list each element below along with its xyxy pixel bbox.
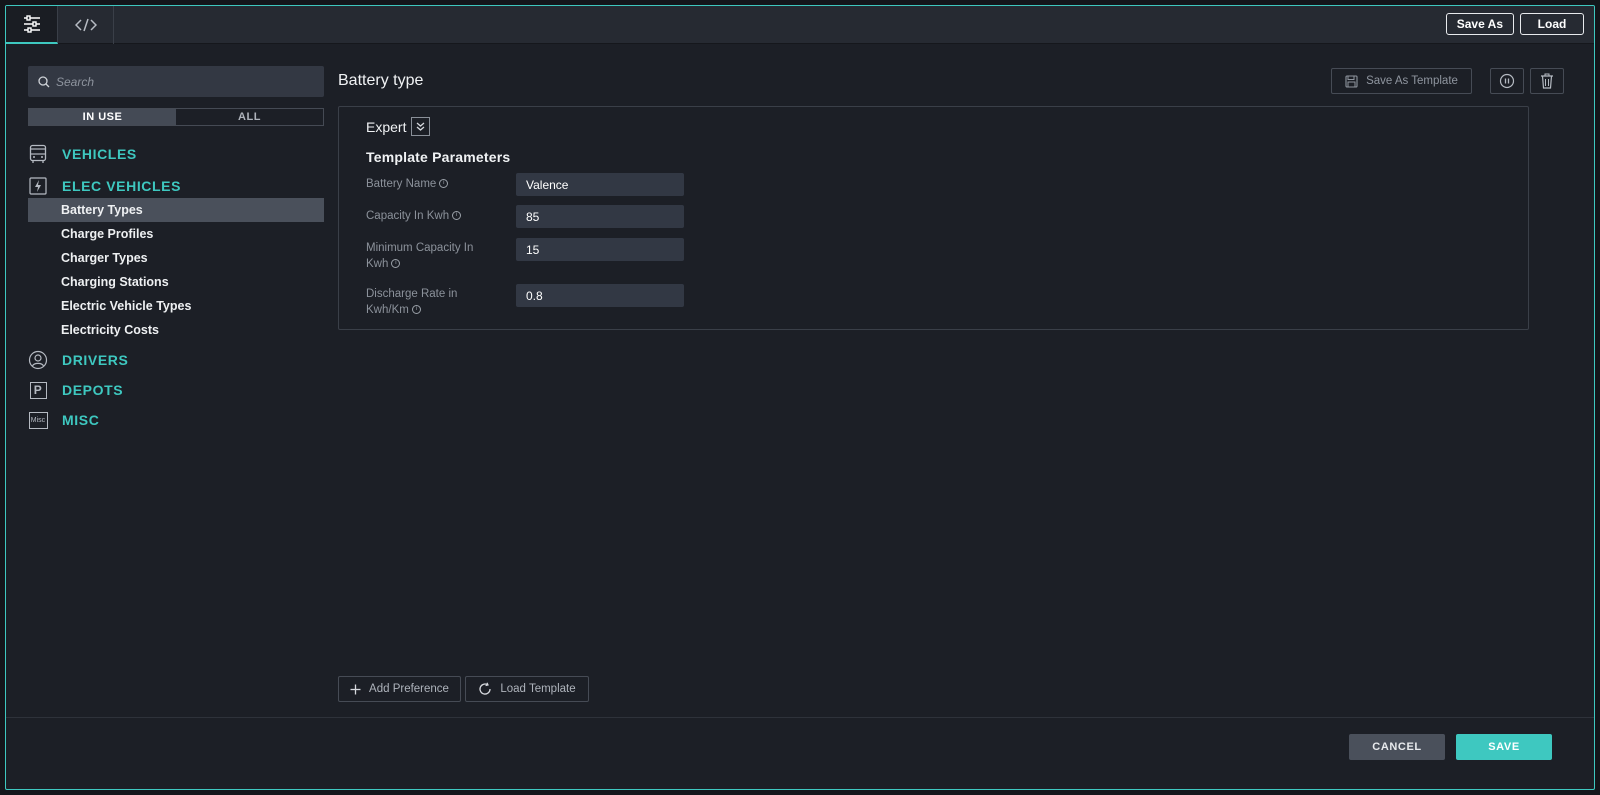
settings-window: Save As Load IN USE ALL — [5, 5, 1595, 790]
lightning-icon — [28, 176, 48, 196]
code-icon — [74, 18, 97, 32]
misc-icon: Misc — [28, 410, 48, 430]
sidebar-item-battery-types[interactable]: Battery Types — [28, 198, 324, 222]
parameters-panel: Expert Template Parameters Battery Name i… — [338, 106, 1529, 330]
template-parameters-title: Template Parameters — [366, 149, 511, 165]
min-capacity-field[interactable] — [516, 238, 684, 261]
pause-button[interactable] — [1490, 68, 1524, 94]
category-label: DEPOTS — [62, 382, 124, 398]
sidebar: IN USE ALL VEHICLES — [28, 66, 324, 432]
save-as-button[interactable]: Save As — [1445, 13, 1514, 35]
param-label: Capacity In Kwh i — [366, 208, 506, 224]
category-vehicles[interactable]: VEHICLES — [28, 142, 324, 166]
parking-icon: P — [28, 380, 48, 400]
filter-in-use[interactable]: IN USE — [29, 109, 176, 125]
footer: CANCEL SAVE — [6, 717, 1594, 789]
plus-icon — [350, 684, 361, 694]
reload-icon — [479, 682, 492, 695]
category-label: MISC — [62, 412, 100, 428]
top-bar: Save As Load — [6, 6, 1594, 44]
save-as-template-button[interactable]: Save As Template — [1331, 68, 1472, 94]
chevron-double-down-icon[interactable] — [411, 117, 431, 136]
sliders-icon — [23, 15, 40, 33]
sidebar-item-charge-profiles[interactable]: Charge Profiles — [28, 222, 324, 246]
search-input[interactable] — [56, 74, 296, 89]
trash-icon — [1541, 73, 1553, 89]
pause-circle-icon — [1499, 73, 1515, 89]
discharge-rate-field[interactable] — [516, 284, 684, 307]
load-button[interactable]: Load — [1520, 13, 1584, 35]
search-box[interactable] — [28, 66, 324, 97]
category-drivers[interactable]: DRIVERS — [28, 348, 324, 372]
page-title: Battery type — [338, 72, 424, 89]
tab-code[interactable] — [58, 6, 114, 44]
floppy-icon — [1345, 74, 1358, 88]
param-label: Minimum Capacity In Kwh i — [366, 242, 474, 270]
battery-name-field[interactable] — [516, 173, 684, 196]
info-icon[interactable]: i — [391, 259, 401, 269]
expert-label: Expert — [366, 118, 407, 135]
sidebar-item-electricity-costs[interactable]: Electricity Costs — [28, 318, 324, 342]
param-label: Battery Name i — [366, 176, 506, 192]
category-elec-vehicles[interactable]: ELEC VEHICLES — [28, 174, 324, 198]
sidebar-item-charger-types[interactable]: Charger Types — [28, 246, 324, 270]
delete-button[interactable] — [1530, 68, 1564, 94]
category-misc[interactable]: Misc MISC — [28, 408, 324, 432]
sidebar-item-electric-vehicle-types[interactable]: Electric Vehicle Types — [28, 294, 324, 318]
info-icon[interactable]: i — [452, 211, 462, 221]
category-depots[interactable]: P DEPOTS — [28, 378, 324, 402]
info-icon[interactable]: i — [411, 305, 421, 315]
category-label: DRIVERS — [62, 352, 129, 368]
add-preference-button[interactable]: Add Preference — [338, 676, 461, 702]
add-preference-label: Add Preference — [369, 683, 449, 695]
capacity-field[interactable] — [516, 205, 684, 228]
search-icon — [38, 75, 50, 87]
cancel-button[interactable]: CANCEL — [1349, 734, 1445, 760]
load-template-button[interactable]: Load Template — [465, 676, 589, 702]
usage-filter-toggle: IN USE ALL — [28, 108, 324, 126]
load-template-label: Load Template — [500, 683, 576, 695]
bus-icon — [28, 144, 48, 164]
elec-vehicles-items: Battery Types Charge Profiles Charger Ty… — [28, 198, 324, 342]
category-label: ELEC VEHICLES — [62, 178, 182, 194]
category-label: VEHICLES — [62, 146, 137, 162]
tab-settings[interactable] — [6, 6, 58, 44]
save-button[interactable]: SAVE — [1456, 734, 1552, 760]
user-circle-icon — [28, 350, 48, 370]
expert-toggle[interactable]: Expert — [366, 117, 431, 136]
info-icon[interactable]: i — [439, 179, 449, 189]
save-as-template-label: Save As Template — [1366, 75, 1458, 87]
filter-all[interactable]: ALL — [176, 109, 323, 125]
param-label: Discharge Rate in Kwh/Km i — [366, 288, 458, 316]
sidebar-item-charging-stations[interactable]: Charging Stations — [28, 270, 324, 294]
